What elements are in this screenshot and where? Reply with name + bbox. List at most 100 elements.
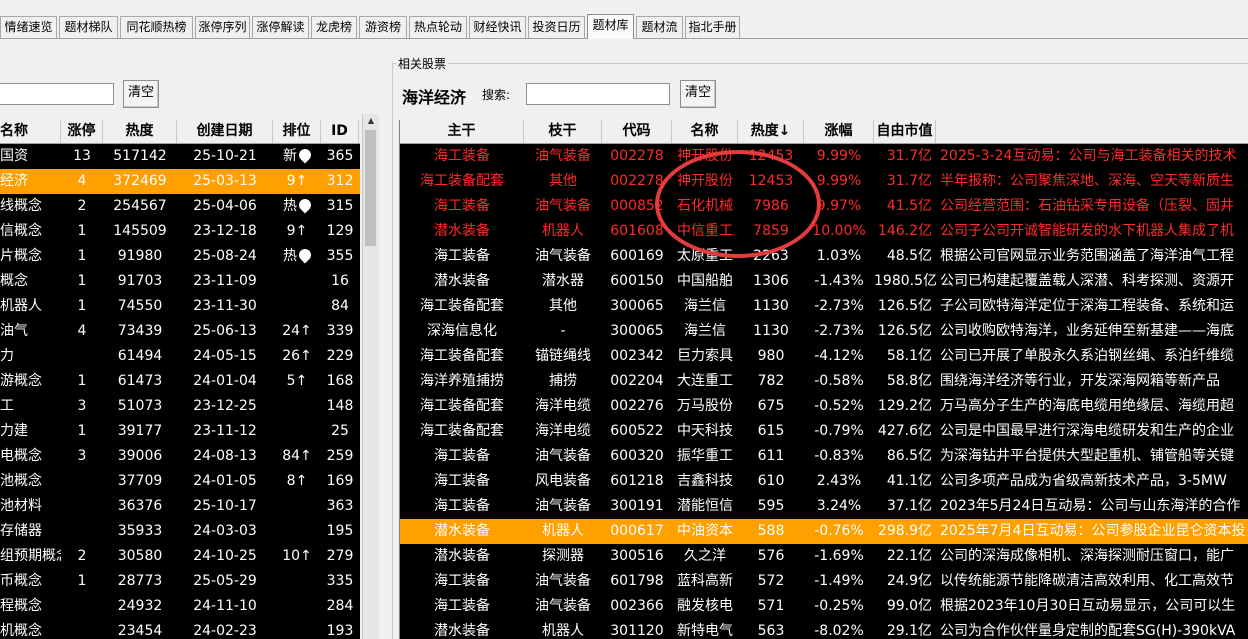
table-row[interactable]: 海工装备 油气装备 002278 神开股份 12453 9.99% 31.7亿 2025-3-… xyxy=(400,144,1248,169)
cell-text: 25-10-21 xyxy=(193,148,257,164)
table-row[interactable]: 海工装备 油气装备 601798 蓝科高新 572 -1.49% 24.9亿 以传统能源节能降… xyxy=(400,569,1248,594)
table-row[interactable]: 海工装备 油气装备 002366 融发核电 571 -0.25% 99.0亿 根据2023年1… xyxy=(400,594,1248,619)
tab-1[interactable]: 情绪速览 xyxy=(0,16,57,38)
table-row[interactable]: 机器人 1 74550 23-11-30 84 xyxy=(0,294,360,319)
tab-12[interactable]: 题材流 xyxy=(636,16,683,38)
table-cell: 26↑ xyxy=(273,344,321,369)
table-row[interactable]: 工 3 51073 23-12-25 148 xyxy=(0,394,360,419)
left-table-header: 名称 涨停 热度 创建日期 排位 ID xyxy=(0,120,360,144)
table-cell: 组预期概念 xyxy=(0,544,61,569)
table-row[interactable]: 概念 1 91703 23-11-09 16 xyxy=(0,269,360,294)
table-row[interactable]: 信概念 1 145509 23-12-18 9↑ 129 xyxy=(0,219,360,244)
table-cell: 新特电气 xyxy=(677,623,733,639)
tab-4[interactable]: 涨停序列 xyxy=(195,16,250,38)
tab-10[interactable]: 投资日历 xyxy=(528,16,585,38)
column-header[interactable]: 枝干 xyxy=(524,120,602,143)
column-header[interactable]: 名称 xyxy=(672,120,738,143)
tab-13[interactable]: 指北手册 xyxy=(685,16,740,38)
table-cell: 298.9亿 xyxy=(877,523,932,539)
table-row[interactable]: 潜水装备 机器人 301120 新特电气 563 -8.02% 29.1亿 公司为合作伙伴量身… xyxy=(400,619,1248,639)
cell-text: 币概念 xyxy=(0,573,42,589)
table-row[interactable]: 海工装备 油气装备 000852 石化机械 7986 9.97% 41.5亿 公司经营范围：石… xyxy=(400,194,1248,219)
cell-text: 51073 xyxy=(117,398,163,414)
table-row[interactable]: 海工装备 风电装备 601218 吉鑫科技 610 2.43% 41.1亿 公司多项产品成为省… xyxy=(400,469,1248,494)
table-cell: 300065 xyxy=(610,298,664,314)
table-row[interactable]: 潜水装备 机器人 601608 中信重工 7859 10.00% 146.2亿 公司子公司开诚… xyxy=(400,219,1248,244)
table-row[interactable]: 海工装备 油气装备 600169 太原重工 2263 1.03% 48.5亿 根据公司官网显示… xyxy=(400,244,1248,269)
tab-9[interactable]: 财经快讯 xyxy=(469,16,526,38)
table-row[interactable]: 经济 4 372469 25-03-13 9↑ 312 xyxy=(0,169,360,194)
table-cell: 中油资本 xyxy=(677,523,733,539)
column-header[interactable]: 创建日期 xyxy=(177,120,273,143)
table-cell: 600320 xyxy=(610,448,664,464)
table-cell: 神开股份 xyxy=(677,173,733,189)
tab-2[interactable]: 题材梯队 xyxy=(59,16,118,38)
table-row[interactable]: 海洋养殖捕捞 捕捞 002204 大连重工 782 -0.58% 58.8亿 围绕海洋经济等行… xyxy=(400,369,1248,394)
table-cell: 币概念 xyxy=(0,569,61,594)
table-row[interactable]: 组预期概念 2 30580 24-10-25 10↑ 279 xyxy=(0,544,360,569)
table-cell xyxy=(61,594,103,619)
table-row[interactable]: 油气 4 73439 25-06-13 24↑ 339 xyxy=(0,319,360,344)
table-row[interactable]: 海工装备配套 锚链绳线 002342 巨力索具 980 -4.12% 58.1亿 公司已开展了… xyxy=(400,344,1248,369)
right-search-input[interactable] xyxy=(526,83,670,105)
table-row[interactable]: 线概念 2 254567 25-04-06 热 315 xyxy=(0,194,360,219)
table-row[interactable]: 游概念 1 61473 24-01-04 5↑ 168 xyxy=(0,369,360,394)
table-row[interactable]: 海工装备配套 其他 300065 海兰信 1130 -2.73% 126.5亿 子公司欧特海洋… xyxy=(400,294,1248,319)
left-table-scrollbar[interactable]: ▲ xyxy=(362,114,379,639)
tab-3[interactable]: 同花顺热榜 xyxy=(120,16,193,38)
table-cell: 潜水装备 xyxy=(434,223,490,239)
table-cell: 61494 xyxy=(103,344,177,369)
column-header[interactable] xyxy=(936,120,1248,143)
table-row[interactable]: 力 61494 24-05-15 26↑ 229 xyxy=(0,344,360,369)
column-header[interactable]: ID xyxy=(321,120,359,143)
column-header[interactable]: 自由市值 xyxy=(874,120,936,143)
left-clear-button[interactable]: 清空 xyxy=(123,80,159,108)
tab-5[interactable]: 涨停解读 xyxy=(252,16,309,38)
table-row[interactable]: 深海信息化 - 300065 海兰信 1130 -2.73% 126.5亿 公司收购欧特海洋，… xyxy=(400,319,1248,344)
table-row[interactable]: 潜水装备 探测器 300516 久之洋 576 -1.69% 22.1亿 公司的深海成像相机、… xyxy=(400,544,1248,569)
table-row[interactable]: 机概念 23454 24-02-23 193 xyxy=(0,619,360,639)
table-row[interactable]: 币概念 1 28773 25-05-29 335 xyxy=(0,569,360,594)
table-row[interactable]: 池概念 37709 24-01-05 8↑ 169 xyxy=(0,469,360,494)
table-row[interactable]: 海工装备 油气装备 600320 振华重工 611 -0.83% 86.5亿 为深海钻井平台提… xyxy=(400,444,1248,469)
table-row[interactable]: 电概念 3 39006 24-08-13 84↑ 259 xyxy=(0,444,360,469)
tab-8[interactable]: 热点轮动 xyxy=(409,16,467,38)
table-cell: 35933 xyxy=(103,519,177,544)
table-cell: 信概念 xyxy=(0,219,61,244)
table-cell: 根据2023年10月30日互动易显示，公司可以生 xyxy=(940,598,1236,614)
scroll-thumb[interactable] xyxy=(365,130,376,246)
cell-text: 259 xyxy=(326,448,354,464)
table-row[interactable]: 海工装备配套 海洋电缆 002276 万马股份 675 -0.52% 129.2亿 万马高分子… xyxy=(400,394,1248,419)
table-row[interactable]: 池材料 36376 25-10-17 363 xyxy=(0,494,360,519)
column-header[interactable]: 涨幅 xyxy=(804,120,874,143)
scroll-up-arrow-icon[interactable]: ▲ xyxy=(363,114,379,128)
table-row[interactable]: 潜水装备 机器人 000617 中油资本 588 -0.76% 298.9亿 2025年7月4… xyxy=(400,519,1248,544)
table-row[interactable]: 海工装备配套 海洋电缆 600522 中天科技 615 -0.79% 427.6亿 公司是中国… xyxy=(400,419,1248,444)
column-header[interactable]: 代码 xyxy=(602,120,672,143)
tab-6[interactable]: 龙虎榜 xyxy=(311,16,357,38)
table-cell: 游概念 xyxy=(0,369,61,394)
tab-11[interactable]: 题材库 xyxy=(587,14,634,39)
column-header[interactable]: 名称 xyxy=(0,120,61,143)
right-clear-button[interactable]: 清空 xyxy=(680,80,716,108)
column-header[interactable]: 热度 xyxy=(103,120,177,143)
tab-7[interactable]: 游资榜 xyxy=(359,16,407,38)
column-header[interactable]: 涨停 xyxy=(61,120,103,143)
table-row[interactable]: 片概念 1 91980 25-08-24 热 355 xyxy=(0,244,360,269)
table-cell: 002276 xyxy=(610,398,664,414)
left-search-input[interactable] xyxy=(0,83,114,105)
table-cell: 279 xyxy=(321,544,359,569)
table-row[interactable]: 力建 1 39177 23-11-12 25 xyxy=(0,419,360,444)
table-row[interactable]: 程概念 24932 24-11-10 284 xyxy=(0,594,360,619)
table-cell: 37709 xyxy=(103,469,177,494)
table-row[interactable]: 存储器 35933 24-03-03 195 xyxy=(0,519,360,544)
table-cell: 机器人 xyxy=(542,223,584,239)
table-cell: 石化机械 xyxy=(677,198,733,214)
column-header[interactable]: 主干 xyxy=(400,120,524,143)
table-row[interactable]: 潜水装备 潜水器 600150 中国船舶 1306 -1.43% 1980.5亿 公司已构建起… xyxy=(400,269,1248,294)
table-row[interactable]: 国资 13 517142 25-10-21 新 365 xyxy=(0,144,360,169)
column-header[interactable]: 排位 xyxy=(273,120,321,143)
table-row[interactable]: 海工装备配套 其他 002278 神开股份 12453 9.99% 31.7亿 半年报称：公司… xyxy=(400,169,1248,194)
column-header[interactable]: 热度↓ xyxy=(738,120,804,143)
table-row[interactable]: 海工装备 油气装备 300191 潜能恒信 595 3.24% 37.1亿 2023年5月24… xyxy=(400,494,1248,519)
